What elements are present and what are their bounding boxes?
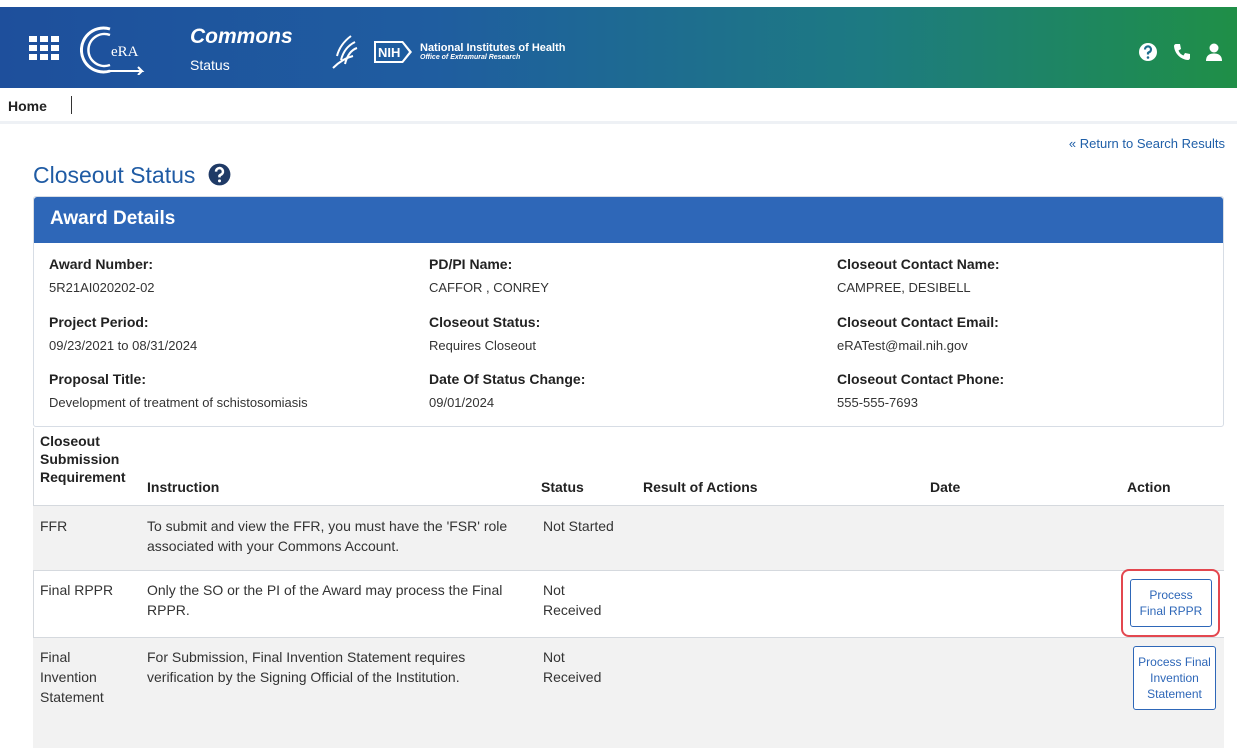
app-subtitle: Status <box>190 57 230 73</box>
breadcrumb-home-link[interactable]: Home <box>8 98 47 114</box>
column-header-requirement: Closeout Submission Requirement <box>40 432 126 486</box>
nih-logo: NIH <box>374 41 412 63</box>
app-header: eRA Commons Status NIH National Institut… <box>0 7 1237 88</box>
hhs-eagle-icon <box>332 35 358 69</box>
column-header-result: Result of Actions <box>643 479 758 495</box>
breadcrumb-divider <box>71 96 72 114</box>
field-value: CAMPREE, DESIBELL <box>837 280 971 295</box>
header-line: Submission <box>40 451 120 467</box>
field-value: CAFFOR , CONREY <box>429 280 549 295</box>
cell-requirement: Final RPPR <box>40 582 114 598</box>
field-label: Closeout Contact Phone: <box>837 371 1005 387</box>
header-line: Closeout <box>40 433 100 449</box>
column-header-action: Action <box>1127 479 1171 495</box>
svg-text:eRA: eRA <box>111 44 139 60</box>
svg-text:NIH: NIH <box>378 45 400 60</box>
era-logo[interactable]: eRA <box>80 25 150 75</box>
field-value: 555-555-7693 <box>837 395 918 410</box>
field-label: Proposal Title: <box>49 371 146 387</box>
apps-grid-icon[interactable] <box>29 36 59 60</box>
cell-status: Not Received <box>543 582 602 618</box>
phone-icon[interactable] <box>1172 42 1192 62</box>
column-header-date: Date <box>930 479 961 495</box>
nih-title: National Institutes of Health <box>420 42 566 54</box>
closeout-contact-email-field: Closeout Contact Email: eRATest@mail.nih… <box>837 314 999 353</box>
field-label: Closeout Contact Name: <box>837 256 1000 272</box>
field-value: 09/01/2024 <box>429 395 495 410</box>
breadcrumb: Home <box>0 88 1237 124</box>
help-icon[interactable] <box>208 163 231 186</box>
column-header-status: Status <box>541 479 584 495</box>
cell-instruction: For Submission, Final Invention Statemen… <box>147 649 466 685</box>
field-label: Closeout Contact Email: <box>837 314 999 330</box>
field-label: Award Number: <box>49 256 153 272</box>
table-row: Final RPPR Only the SO or the PI of the … <box>33 569 1224 637</box>
page-title-text: Closeout Status <box>33 162 196 188</box>
help-icon[interactable] <box>1138 42 1158 62</box>
closeout-status-field: Closeout Status: Requires Closeout <box>429 314 540 353</box>
column-header-instruction: Instruction <box>147 479 220 495</box>
table-row: Final Invention Statement For Submission… <box>33 637 1224 748</box>
table-row: FFR To submit and view the FFR, you must… <box>33 505 1224 570</box>
field-label: PD/PI Name: <box>429 256 513 272</box>
closeout-contact-phone-field: Closeout Contact Phone: 555-555-7693 <box>837 371 1004 410</box>
cell-instruction: To submit and view the FFR, you must hav… <box>147 518 508 554</box>
cell-instruction: Only the SO or the PI of the Award may p… <box>147 582 503 618</box>
award-number-field: Award Number: 5R21AI020202-02 <box>49 256 155 295</box>
project-period-field: Project Period: 09/23/2021 to 08/31/2024 <box>49 314 197 353</box>
field-label: Project Period: <box>49 314 149 330</box>
field-value: Requires Closeout <box>429 338 536 353</box>
return-to-search-results-link[interactable]: « Return to Search Results <box>1069 136 1225 151</box>
cell-status: Not Received <box>543 649 602 685</box>
field-label: Closeout Status: <box>429 314 541 330</box>
cell-requirement: FFR <box>40 518 68 534</box>
process-final-invention-statement-button[interactable]: Process Final Invention Statement <box>1133 646 1216 710</box>
field-value: 5R21AI020202-02 <box>49 280 155 295</box>
nih-subtitle: Office of Extramural Research <box>420 54 521 61</box>
proposal-title-field: Proposal Title: Development of treatment… <box>49 371 308 410</box>
field-value: Development of treatment of schistosomia… <box>49 395 308 410</box>
award-details-heading: Award Details <box>34 197 1223 243</box>
pd-pi-name-field: PD/PI Name: CAFFOR , CONREY <box>429 256 549 295</box>
field-value: eRATest@mail.nih.gov <box>837 338 968 353</box>
user-icon[interactable] <box>1204 42 1224 62</box>
field-label: Date Of Status Change: <box>429 371 586 387</box>
field-value: 09/23/2021 to 08/31/2024 <box>49 338 198 353</box>
header-line: Requirement <box>40 469 126 485</box>
page-title: Closeout Status <box>33 162 231 189</box>
closeout-contact-name-field: Closeout Contact Name: CAMPREE, DESIBELL <box>837 256 1000 295</box>
cell-status: Not Started <box>543 518 614 534</box>
cell-requirement: Final Invention Statement <box>40 649 104 705</box>
date-of-status-change-field: Date Of Status Change: 09/01/2024 <box>429 371 585 410</box>
award-details-panel: Award Details Award Number: 5R21AI020202… <box>33 196 1224 427</box>
app-title: Commons <box>190 25 293 48</box>
process-final-rppr-button[interactable]: Process Final RPPR <box>1130 579 1212 627</box>
